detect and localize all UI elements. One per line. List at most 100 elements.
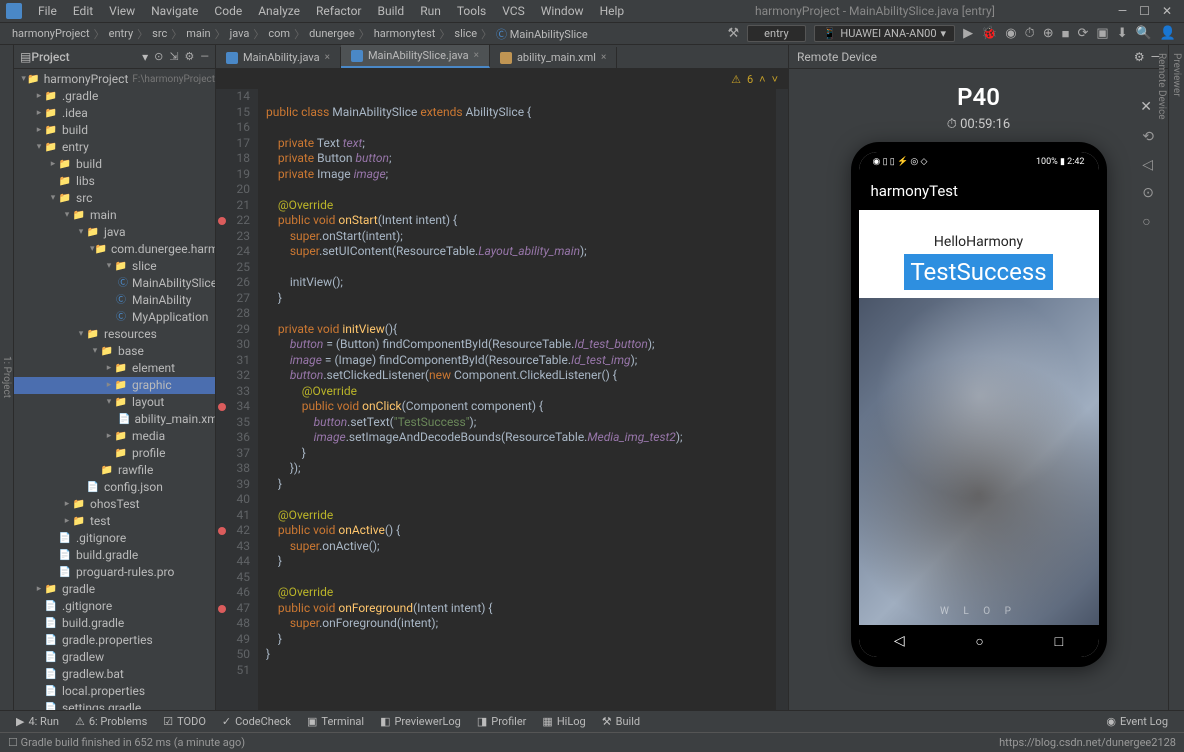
tree-item[interactable]: ⒸMainAbilitySlice [14,275,215,292]
tree-item[interactable]: 📄.gitignore [14,530,215,547]
hammer-icon[interactable]: ⚒ [728,26,740,41]
tree-item[interactable]: ▸📁media [14,428,215,445]
tree-item[interactable]: ▾📁slice [14,258,215,275]
bottom-tool[interactable]: ◨Profiler [469,715,535,728]
breadcrumb-item[interactable]: java [226,27,254,40]
tree-item[interactable]: 📄proguard-rules.pro [14,564,215,581]
breadcrumb-item[interactable]: harmonytest [370,27,440,40]
gear-icon[interactable]: ⚙ [1134,50,1145,64]
editor-tab[interactable]: MainAbility.java× [216,47,341,68]
menu-file[interactable]: File [30,0,65,22]
tab-close-icon[interactable]: × [325,52,330,63]
nav-back-icon[interactable]: ◁ [894,633,905,649]
test-button[interactable]: TestSuccess [904,254,1052,290]
menu-analyze[interactable]: Analyze [250,0,308,22]
home-icon[interactable]: ⊙ [1142,185,1154,201]
avrd-icon[interactable]: ▣ [1096,26,1108,41]
tree-item[interactable]: 📄gradlew.bat [14,666,215,683]
tree-item[interactable]: 📁rawfile [14,462,215,479]
breadcrumb-item[interactable]: entry [105,27,138,40]
tab-close-icon[interactable]: × [474,50,479,61]
editor-tab[interactable]: MainAbilitySlice.java× [341,45,490,68]
user-icon[interactable]: 👤 [1160,26,1176,41]
bottom-tool[interactable]: ◧PreviewerLog [372,715,469,728]
nav-home-icon[interactable]: ○ [975,633,983,650]
editor-tab[interactable]: ability_main.xml× [490,47,617,68]
hide-icon[interactable]: — [200,50,209,63]
tree-item[interactable]: ⒸMainAbility [14,292,215,309]
bottom-tool[interactable]: ▶4: Run [8,715,67,728]
tree-item[interactable]: 📄build.gradle [14,615,215,632]
menu-window[interactable]: Window [533,0,592,22]
minimize-icon[interactable]: — [1118,4,1127,18]
tree-item[interactable]: ▸📁.gradle [14,88,215,105]
tree-item[interactable]: ▸📁element [14,360,215,377]
tree-item[interactable]: ▸📁ohosTest [14,496,215,513]
project-tree[interactable]: ▾📁harmonyProjectF:\harmonyProject▸📁.grad… [14,69,215,710]
breadcrumb-item[interactable]: Ⓒ MainAbilitySlice [492,26,592,42]
chevron-down-icon[interactable]: ˅ [772,73,778,86]
project-tab[interactable]: 1: Project [0,45,13,710]
scroll-marker[interactable] [776,89,788,710]
bottom-tool[interactable]: ▣Terminal [299,715,372,728]
rotate-icon[interactable]: ⟲ [1142,129,1154,145]
nav-recent-icon[interactable]: □ [1055,633,1063,650]
previewer-tab[interactable]: Previewer [1169,45,1184,710]
tree-item[interactable]: ▾📁src [14,190,215,207]
project-title[interactable]: Project [31,50,142,64]
collapse-icon[interactable]: ⊙ [154,50,163,63]
tree-item[interactable]: ▸📁.idea [14,105,215,122]
bottom-tool[interactable]: ✓CodeCheck [214,715,299,728]
breadcrumb-item[interactable]: src [148,27,171,40]
tree-item[interactable]: ▸📁graphic [14,377,215,394]
tree-item[interactable]: 📁profile [14,445,215,462]
breadcrumb-item[interactable]: com [264,27,294,40]
tree-item[interactable]: 📄build.gradle [14,547,215,564]
menu-help[interactable]: Help [592,0,633,22]
bottom-tool[interactable]: ☑TODO [155,715,214,728]
tree-item[interactable]: ▸📁gradle [14,581,215,598]
line-gutter[interactable]: 1415161718192021222324252627282930313233… [216,89,258,710]
chevron-up-icon[interactable]: ˄ [759,73,765,86]
tree-item[interactable]: ▾📁layout [14,394,215,411]
tree-item[interactable]: 📄gradlew [14,649,215,666]
attach-icon[interactable]: ⊕ [1043,26,1054,41]
tree-item[interactable]: ▸📁build [14,122,215,139]
search-icon[interactable]: 🔍 [1136,26,1152,41]
coverage-icon[interactable]: ◉ [1005,26,1016,41]
tree-item[interactable]: 📄settings.gradle [14,700,215,710]
gear-icon[interactable]: ⚙ [185,50,195,63]
menu-refactor[interactable]: Refactor [308,0,369,22]
menu-navigate[interactable]: Navigate [143,0,206,22]
back-icon[interactable]: ◁ [1142,157,1154,173]
tree-item[interactable]: 📄config.json [14,479,215,496]
breadcrumb-item[interactable]: main [182,27,214,40]
tree-item[interactable]: ⒸMyApplication [14,309,215,326]
event-log-button[interactable]: ◉ Event Log [1098,715,1176,728]
bottom-tool[interactable]: ⚠6: Problems [67,715,155,728]
tree-item[interactable]: ▾📁main [14,207,215,224]
maximize-icon[interactable]: ☐ [1139,4,1150,18]
debug-icon[interactable]: 🐞 [981,26,997,41]
sync-icon[interactable]: ⟳ [1078,26,1089,41]
code-editor[interactable]: public class MainAbilitySlice extends Ab… [258,89,776,710]
tree-item[interactable]: ▸📁build [14,156,215,173]
menu-vcs[interactable]: VCS [494,0,533,22]
menu-view[interactable]: View [101,0,143,22]
recent-icon[interactable]: ○ [1142,213,1154,230]
stop-icon[interactable]: ■ [1062,26,1070,42]
device-selector[interactable]: 📱HUAWEI ANA-AN00 ▾ [814,25,955,42]
warnings-summary[interactable]: ⚠ 6 ˄ ˅ [216,69,788,89]
breadcrumb-item[interactable]: harmonyProject [8,27,94,40]
project-combo-icon[interactable]: ▤ [20,50,31,64]
breadcrumb-item[interactable]: dunergee [305,27,359,40]
project-dropdown-icon[interactable]: ▾ [142,50,148,64]
tree-item[interactable]: ▾📁harmonyProjectF:\harmonyProject [14,71,215,88]
run-config-selector[interactable]: entry [747,25,806,42]
tree-item[interactable]: ▾📁entry [14,139,215,156]
tree-item[interactable]: ▾📁java [14,224,215,241]
tree-item[interactable]: ▾📁base [14,343,215,360]
tree-item[interactable]: 📄gradle.properties [14,632,215,649]
close-icon[interactable]: ✕ [1162,4,1172,18]
tree-item[interactable]: 📄.gitignore [14,598,215,615]
